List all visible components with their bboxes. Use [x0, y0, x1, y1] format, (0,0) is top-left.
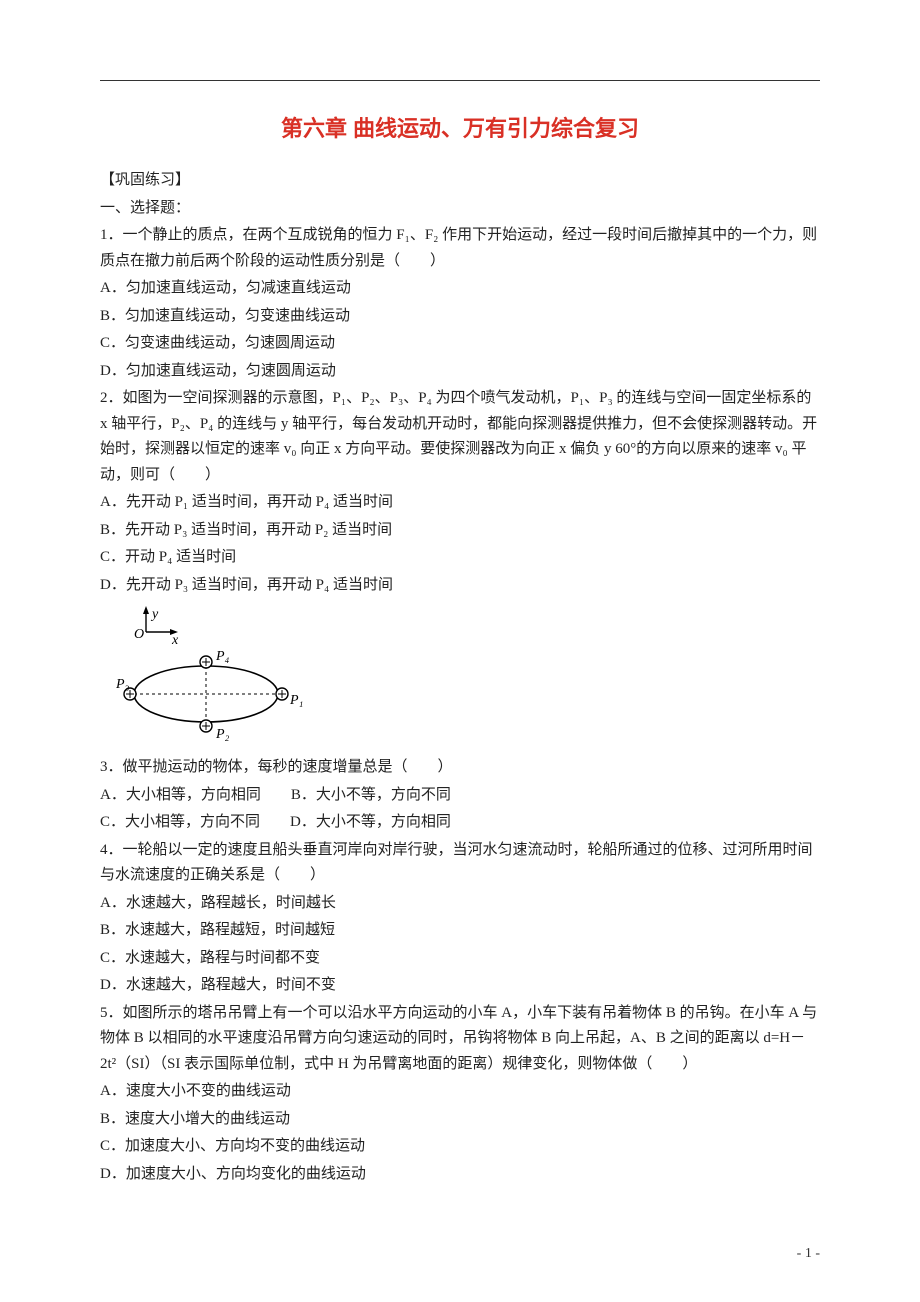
q2-stem: 2．如图为一空间探测器的示意图，P₁、P₂、P₃、P₄ 为四个喷气发动机，P₁、… [100, 386, 820, 488]
engine-p1-label: P₁ [289, 693, 303, 708]
engine-p3-label: P₃ [116, 677, 130, 692]
page-title: 第六章 曲线运动、万有引力综合复习 [100, 111, 820, 143]
q4-stem: 4．一轮船以一定的速度且船头垂直河岸向对岸行驶，当河水匀速流动时，轮船所通过的位… [100, 838, 820, 889]
q5-opt-a: A．速度大小不变的曲线运动 [100, 1079, 820, 1105]
q2-opt-d: D．先开动 P₃ 适当时间，再开动 P₄ 适当时间 [100, 573, 820, 599]
q5-stem: 5．如图所示的塔吊吊臂上有一个可以沿水平方向运动的小车 A，小车下装有吊着物体 … [100, 1001, 820, 1078]
axis-x-label: x [171, 633, 179, 648]
q2-opt-a: A．先开动 P₁ 适当时间，再开动 P₄ 适当时间 [100, 490, 820, 516]
q1-opt-a: A．匀加速直线运动，匀减速直线运动 [100, 276, 820, 302]
q1-opt-c: C．匀变速曲线运动，匀速圆周运动 [100, 331, 820, 357]
probe-diagram: y x O P₄ P₂ P₃ [116, 604, 820, 749]
q5-opt-c: C．加速度大小、方向均不变的曲线运动 [100, 1134, 820, 1160]
section-choice: 一、选择题： [100, 196, 820, 222]
q5-opt-b: B．速度大小增大的曲线运动 [100, 1107, 820, 1133]
q5-opt-d: D．加速度大小、方向均变化的曲线运动 [100, 1162, 820, 1188]
page-number: - 1 - [797, 1246, 820, 1262]
q4-opt-d: D．水速越大，路程越大，时间不变 [100, 973, 820, 999]
axis-y-label: y [150, 607, 159, 622]
q3-opt-cd: C．大小相等，方向不同 D．大小不等，方向相同 [100, 810, 820, 836]
section-practice: 【巩固练习】 [100, 168, 820, 194]
engine-p2-label: P₂ [215, 727, 230, 742]
q3-stem: 3．做平抛运动的物体，每秒的速度增量总是（ ） [100, 755, 820, 781]
q4-opt-b: B．水速越大，路程越短，时间越短 [100, 918, 820, 944]
q4-opt-a: A．水速越大，路程越长，时间越长 [100, 891, 820, 917]
q2-opt-c: C．开动 P₄ 适当时间 [100, 545, 820, 571]
q2-opt-b: B．先开动 P₃ 适当时间，再开动 P₂ 适当时间 [100, 518, 820, 544]
q1-opt-b: B．匀加速直线运动，匀变速曲线运动 [100, 304, 820, 330]
q4-opt-c: C．水速越大，路程与时间都不变 [100, 946, 820, 972]
top-rule [100, 80, 820, 81]
q1-stem: 1．一个静止的质点，在两个互成锐角的恒力 F₁、F₂ 作用下开始运动，经过一段时… [100, 223, 820, 274]
q3-opt-ab: A．大小相等，方向相同 B．大小不等，方向不同 [100, 783, 820, 809]
q1-opt-d: D．匀加速直线运动，匀速圆周运动 [100, 359, 820, 385]
origin-label: O [134, 627, 144, 642]
engine-p4-label: P₄ [215, 649, 230, 664]
